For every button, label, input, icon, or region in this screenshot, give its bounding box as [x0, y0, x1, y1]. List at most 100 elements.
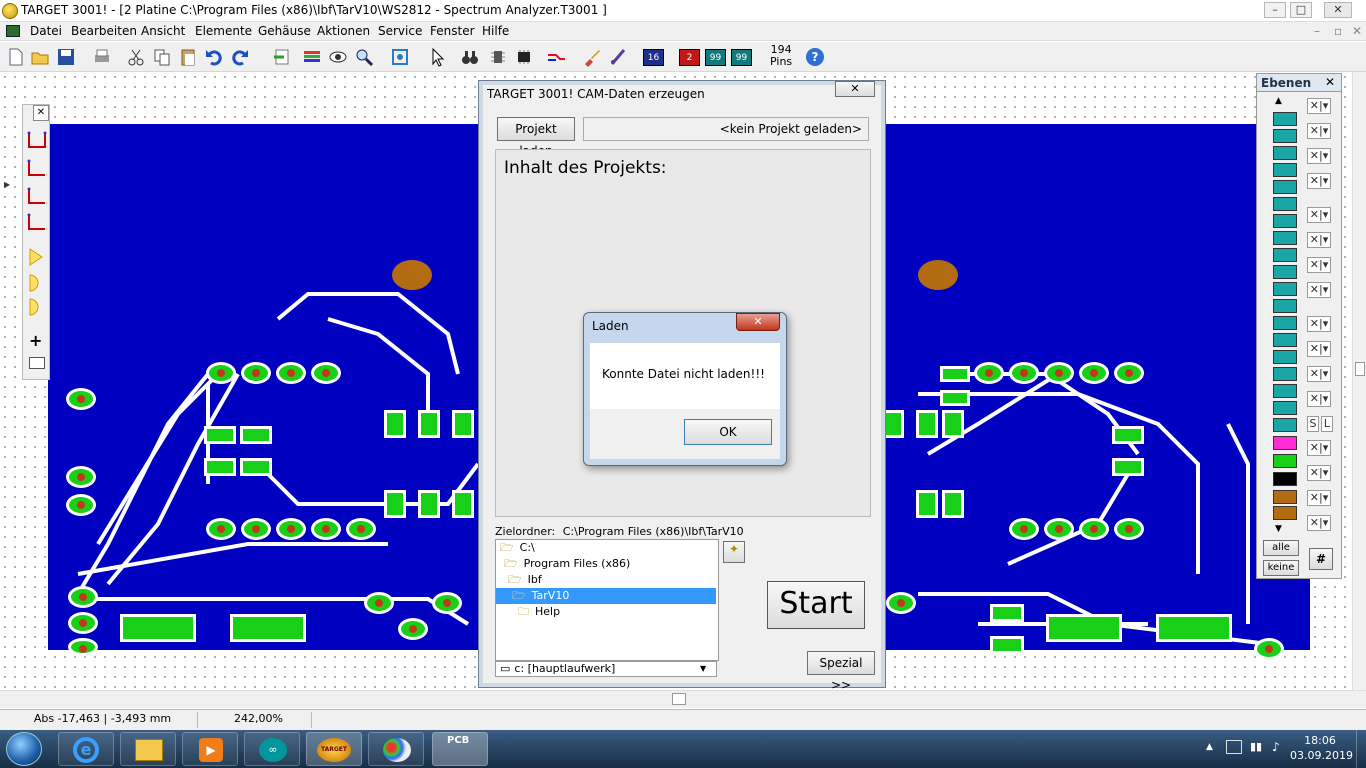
- print-icon[interactable]: [92, 47, 112, 67]
- pcb-pad[interactable]: [66, 466, 96, 488]
- smd-pad[interactable]: [1112, 458, 1144, 476]
- copy-icon[interactable]: [152, 47, 172, 67]
- smd-pad[interactable]: [452, 410, 474, 438]
- layer-color-swatch[interactable]: [1273, 367, 1297, 381]
- palette-close-icon[interactable]: ✕: [33, 105, 49, 121]
- minimize-button[interactable]: –: [1264, 2, 1286, 18]
- layer-l-toggle[interactable]: L: [1321, 416, 1333, 432]
- layer-check-icon[interactable]: [1273, 506, 1297, 520]
- redo-icon[interactable]: [230, 47, 250, 67]
- add-element-icon[interactable]: +: [29, 331, 42, 350]
- smd-pad[interactable]: [418, 490, 440, 518]
- volume-icon[interactable]: ♪: [1272, 740, 1280, 754]
- taskbar-pcb[interactable]: PCB: [432, 732, 488, 766]
- layer-color-swatch[interactable]: [1273, 418, 1297, 432]
- layer-color-swatch[interactable]: [1273, 231, 1297, 245]
- smd-pad[interactable]: [1112, 426, 1144, 444]
- pcb-pad[interactable]: [68, 586, 98, 608]
- mdi-minimize-icon[interactable]: –: [1314, 24, 1320, 38]
- layer-99b-button[interactable]: 99: [731, 49, 752, 66]
- mdi-close-icon[interactable]: ✕: [1352, 24, 1362, 38]
- layer-color-swatch[interactable]: [1273, 197, 1297, 211]
- show-desktop-button[interactable]: [1356, 730, 1366, 768]
- smd-pad[interactable]: [916, 490, 938, 518]
- smd-pad[interactable]: [940, 390, 970, 406]
- menu-elemente[interactable]: Elemente: [195, 24, 252, 38]
- scroll-up-icon[interactable]: ▲: [1275, 96, 1282, 106]
- layer-99-button[interactable]: 99: [705, 49, 726, 66]
- layer-16-button[interactable]: 16: [643, 49, 664, 66]
- menu-fenster[interactable]: Fenster: [430, 24, 475, 38]
- tree-item-c[interactable]: 🗁 C:\: [496, 540, 716, 556]
- measure-icon[interactable]: [608, 47, 628, 67]
- pcb-pad[interactable]: [66, 494, 96, 516]
- layer-color-swatch[interactable]: [1273, 472, 1297, 486]
- taskbar-media[interactable]: ▶: [182, 732, 238, 766]
- layer-visibility-toggle[interactable]: ✕|▾: [1307, 490, 1331, 506]
- ok-button[interactable]: OK: [684, 419, 772, 445]
- pcb-pad[interactable]: [346, 518, 376, 540]
- pcb-pad[interactable]: [276, 362, 306, 384]
- layer-visibility-toggle[interactable]: ✕|▾: [1307, 341, 1331, 357]
- layer-visibility-toggle[interactable]: ✕|▾: [1307, 207, 1331, 223]
- smd-pad[interactable]: [942, 410, 964, 438]
- layer-visibility-toggle[interactable]: ✕|▾: [1307, 98, 1331, 114]
- layer-color-swatch[interactable]: [1273, 282, 1297, 296]
- layer-color-swatch[interactable]: [1273, 350, 1297, 364]
- tray-expand-icon[interactable]: ▲: [1206, 742, 1213, 752]
- menu-datei[interactable]: Datei: [30, 24, 62, 38]
- taskbar-paint[interactable]: [368, 732, 424, 766]
- open-folder-icon[interactable]: [30, 47, 50, 67]
- smd-pad[interactable]: [230, 614, 306, 642]
- menu-ansicht[interactable]: Ansicht: [141, 24, 185, 38]
- layer-color-swatch[interactable]: [1273, 248, 1297, 262]
- pcb-pad[interactable]: [68, 638, 98, 656]
- component-icon[interactable]: [488, 47, 508, 67]
- pcb-pad[interactable]: [432, 592, 462, 614]
- paste-icon[interactable]: [178, 47, 198, 67]
- layer-visibility-toggle[interactable]: ✕|▾: [1307, 465, 1331, 481]
- taskbar-ie[interactable]: e: [58, 732, 114, 766]
- layer-color-swatch[interactable]: [1273, 316, 1297, 330]
- layers-close-icon[interactable]: ✕: [1325, 75, 1335, 89]
- all-layers-button[interactable]: alle: [1263, 540, 1299, 556]
- track-icon[interactable]: [546, 47, 566, 67]
- layer-visibility-toggle[interactable]: ✕|▾: [1307, 123, 1331, 139]
- pcb-pad[interactable]: [1009, 362, 1039, 384]
- pcb-pad[interactable]: [311, 518, 341, 540]
- connector-tools-icon[interactable]: [26, 129, 48, 239]
- taskbar-arduino[interactable]: ∞: [244, 732, 300, 766]
- pcb-pad[interactable]: [206, 518, 236, 540]
- folder-tree[interactable]: 🗁 C:\ 🗁 Program Files (x86) 🗁 Ibf 🗁 TarV10 🗀…: [495, 539, 719, 661]
- layer-color-swatch[interactable]: [1273, 146, 1297, 160]
- smd-pad[interactable]: [418, 410, 440, 438]
- taskbar-target[interactable]: TARGET: [306, 732, 362, 766]
- menu-bearbeiten[interactable]: Bearbeiten: [71, 24, 137, 38]
- horizontal-scrollbar[interactable]: [0, 690, 1366, 708]
- load-project-button[interactable]: Projekt laden: [497, 117, 575, 158]
- save-icon[interactable]: [56, 47, 76, 67]
- pcb-pad[interactable]: [1114, 518, 1144, 540]
- layer-color-swatch[interactable]: [1273, 112, 1297, 126]
- clock[interactable]: 18:06 03.09.2019: [1290, 733, 1353, 763]
- arc-tools-icon[interactable]: [28, 247, 46, 319]
- smd-pad[interactable]: [240, 426, 272, 444]
- layer-color-swatch[interactable]: [1273, 180, 1297, 194]
- layer-color-swatch[interactable]: [1273, 299, 1297, 313]
- menu-aktionen[interactable]: Aktionen: [317, 24, 370, 38]
- cam-close-button[interactable]: ✕: [835, 81, 875, 97]
- smd-pad[interactable]: [1156, 614, 1232, 642]
- pcb-pad[interactable]: [1009, 518, 1039, 540]
- layer-color-swatch[interactable]: [1273, 384, 1297, 398]
- start-orb-icon[interactable]: [6, 732, 42, 766]
- layer-visibility-toggle[interactable]: ✕|▾: [1307, 391, 1331, 407]
- layer-s-toggle[interactable]: S: [1307, 416, 1319, 432]
- error-close-button[interactable]: ✕: [736, 313, 780, 331]
- pcb-pad[interactable]: [276, 518, 306, 540]
- pcb-pad[interactable]: [364, 592, 394, 614]
- layer-check-icon[interactable]: [1273, 454, 1297, 468]
- layer-visibility-toggle[interactable]: ✕|▾: [1307, 282, 1331, 298]
- vertical-scrollbar[interactable]: [1352, 72, 1366, 690]
- tree-item-tarv10-selected[interactable]: 🗁 TarV10: [496, 588, 716, 604]
- pcb-pad[interactable]: [66, 388, 96, 410]
